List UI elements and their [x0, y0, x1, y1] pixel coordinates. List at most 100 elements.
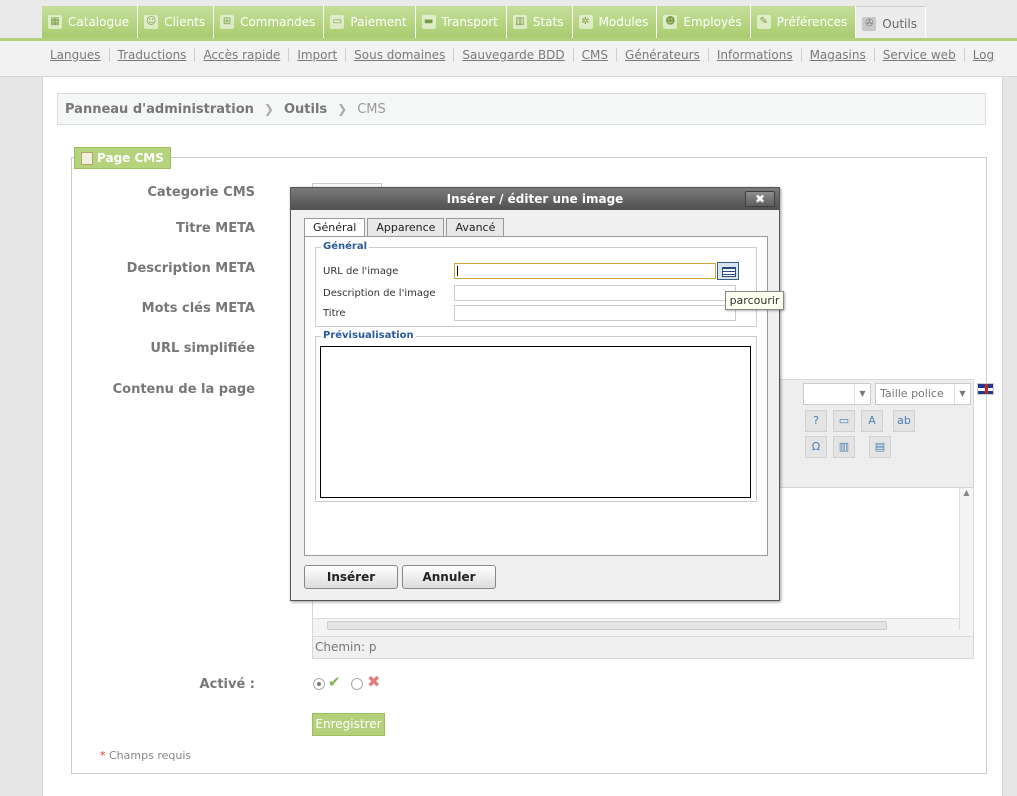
chevron-down-icon: ▼ [954, 384, 970, 404]
dialog-title[interactable]: Insérer / éditer une image [291, 188, 779, 210]
format-select[interactable]: ▼ [803, 383, 871, 405]
media-icon[interactable]: ▥ [833, 436, 855, 458]
tab-label: Transport [441, 15, 498, 29]
text-color-icon[interactable]: A [861, 410, 883, 432]
preview-group-title: Prévisualisation [321, 330, 416, 341]
breadcrumb-section[interactable]: Outils [284, 102, 327, 117]
top-menu-bar: ▦ Catalogue ☺ Clients ⊞ Commandes ▭ Paiement… [0, 0, 1017, 40]
form-legend-label: Page CMS [97, 151, 164, 165]
chevron-right-icon: ❯ [337, 102, 348, 116]
image-url-label: URL de l'image [323, 266, 399, 277]
general-group: Général URL de l'image Description de l'… [315, 241, 757, 327]
meta-description-label: Description META [126, 261, 255, 276]
breadcrumb-root[interactable]: Panneau d'administration [65, 102, 254, 117]
general-tab-panel: Général URL de l'image Description de l'… [304, 236, 768, 556]
font-size-select[interactable]: Taille police ▼ [875, 383, 971, 405]
breadcrumb: Panneau d'administration ❯ Outils ❯ CMS [57, 93, 986, 125]
tab-transport[interactable]: ▬ Transport [415, 6, 507, 38]
tab-label: Paiement [350, 15, 407, 29]
editor-vertical-scrollbar[interactable]: ▲ [959, 488, 973, 630]
subnav-import[interactable]: Import [297, 48, 337, 62]
image-description-label: Description de l'image [323, 288, 436, 299]
subnav-cms[interactable]: CMS [582, 48, 608, 62]
browse-tooltip: parcourir [725, 291, 784, 310]
subnav-sous-domaines[interactable]: Sous domaines [354, 48, 445, 62]
subnav-traductions[interactable]: Traductions [118, 48, 187, 62]
tab-label: Catalogue [68, 15, 130, 29]
image-url-input[interactable] [454, 263, 716, 279]
preferences-icon: ✎ [756, 15, 771, 29]
keyboard-icon[interactable]: ▭ [833, 410, 855, 432]
english-flag-icon[interactable] [977, 383, 994, 395]
cart-icon: ⊞ [220, 15, 235, 29]
template-icon[interactable]: ▤ [869, 436, 891, 458]
insert-image-dialog: Insérer / éditer une image ✖ Général App… [290, 187, 780, 601]
tab-stats[interactable]: ▥ Stats [506, 6, 573, 38]
tab-label: Préférences [776, 15, 848, 29]
highlight-color-icon[interactable]: ab [893, 410, 915, 432]
tab-modules[interactable]: ✲ Modules [572, 6, 658, 38]
tab-outils[interactable]: ✇ Outils [856, 6, 926, 40]
save-button[interactable]: Enregistrer [312, 713, 385, 736]
tab-label: Clients [164, 15, 206, 29]
employees-icon: ☻ [663, 15, 678, 29]
clients-icon: ☺ [144, 15, 159, 29]
browse-icon[interactable] [717, 262, 739, 280]
image-title-input[interactable] [454, 305, 736, 321]
image-preview [320, 346, 751, 498]
payment-icon: ▭ [330, 15, 345, 29]
subnav-service-web[interactable]: Service web [883, 48, 956, 62]
truck-icon: ▬ [421, 15, 436, 29]
dialog-tabs: Général Apparence Avancé [304, 218, 506, 237]
main-tabs: ▦ Catalogue ☺ Clients ⊞ Commandes ▭ Paiement… [42, 6, 926, 40]
font-size-select-value: Taille police [880, 387, 944, 400]
tab-avance[interactable]: Avancé [446, 218, 505, 236]
tab-catalogue[interactable]: ▦ Catalogue [42, 6, 139, 38]
catalog-icon: ▦ [48, 15, 62, 29]
scrollbar-thumb[interactable] [327, 621, 887, 630]
meta-keywords-label: Mots clés META [141, 301, 255, 316]
category-label: Categorie CMS [147, 185, 255, 200]
insert-button[interactable]: Insérer [304, 565, 398, 589]
tab-apparence[interactable]: Apparence [367, 218, 445, 236]
cross-icon: ✖ [367, 672, 381, 691]
tab-employes[interactable]: ☻ Employés [657, 6, 751, 38]
general-group-title: Général [321, 241, 369, 252]
close-icon[interactable]: ✖ [745, 191, 775, 207]
tab-label: Stats [532, 15, 564, 29]
tab-clients[interactable]: ☺ Clients [138, 6, 215, 38]
help-icon[interactable]: ? [805, 410, 827, 432]
image-title-label: Titre [323, 308, 346, 319]
subnav-sauvegarde-bdd[interactable]: Sauvegarde BDD [462, 48, 564, 62]
subnav-langues[interactable]: Langues [50, 48, 101, 62]
cancel-button[interactable]: Annuler [402, 565, 496, 589]
preview-group: Prévisualisation [315, 330, 757, 502]
subnav-log[interactable]: Log [973, 48, 994, 62]
subnav-magasins[interactable]: Magasins [810, 48, 866, 62]
chevron-down-icon: ▼ [854, 384, 870, 404]
subnav-generateurs[interactable]: Générateurs [625, 48, 700, 62]
subnav-informations[interactable]: Informations [717, 48, 793, 62]
image-description-input[interactable] [454, 285, 736, 301]
editor-horizontal-scrollbar[interactable] [313, 618, 959, 632]
required-note-text: Champs requis [109, 749, 192, 762]
content-label: Contenu de la page [112, 382, 255, 397]
breadcrumb-current: CMS [357, 101, 386, 117]
active-no-radio[interactable] [351, 678, 363, 690]
tab-general[interactable]: Général [304, 218, 366, 237]
tab-label: Modules [598, 15, 649, 29]
tab-label: Commandes [240, 15, 316, 29]
stats-icon: ▥ [512, 15, 527, 29]
subnav-acces-rapide[interactable]: Accès rapide [203, 48, 280, 62]
friendly-url-label: URL simplifiée [150, 341, 255, 356]
special-char-icon[interactable]: Ω [805, 436, 827, 458]
required-star: * [100, 749, 106, 762]
tab-commandes[interactable]: ⊞ Commandes [214, 6, 325, 38]
page-edit-icon [81, 151, 93, 165]
active-yes-radio[interactable] [313, 678, 325, 690]
tab-preferences[interactable]: ✎ Préférences [750, 6, 857, 38]
tab-label: Employés [683, 15, 742, 29]
tab-paiement[interactable]: ▭ Paiement [324, 6, 416, 38]
wrench-icon: ✇ [862, 16, 877, 31]
modules-icon: ✲ [578, 15, 593, 29]
